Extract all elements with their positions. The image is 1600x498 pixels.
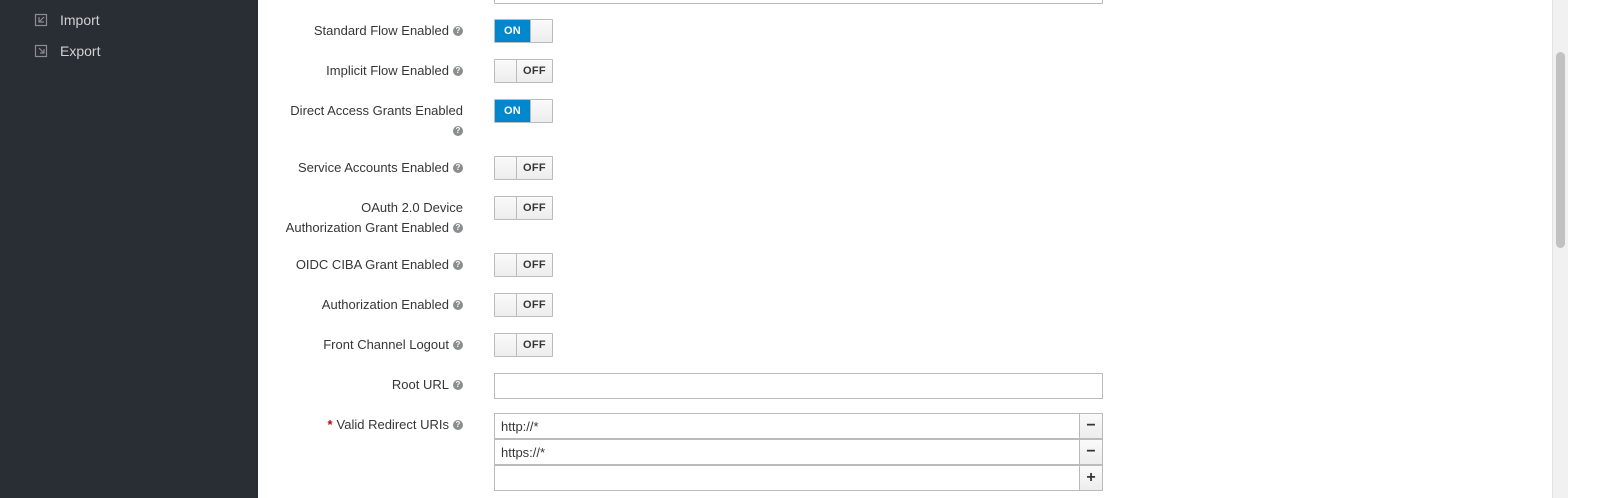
toggle-knob [530, 100, 552, 122]
redirect-uri-input[interactable] [494, 439, 1080, 465]
toggle-knob [495, 294, 517, 316]
authorization-toggle[interactable]: OFF [494, 293, 553, 317]
help-icon[interactable]: ? [453, 419, 463, 430]
help-icon[interactable]: ? [453, 379, 463, 390]
plus-icon: + [1086, 469, 1096, 486]
ciba-grant-toggle[interactable]: OFF [494, 253, 553, 277]
standard-flow-toggle[interactable]: ON [494, 19, 553, 43]
direct-access-label: Direct Access Grants Enabled? [290, 103, 463, 136]
scrollbar-thumb[interactable] [1556, 52, 1565, 248]
service-accounts-toggle[interactable]: OFF [494, 156, 553, 180]
export-icon [34, 44, 48, 58]
device-grant-toggle[interactable]: OFF [494, 196, 553, 220]
help-icon[interactable]: ? [453, 339, 463, 350]
direct-access-toggle[interactable]: ON [494, 99, 553, 123]
implicit-flow-label: Implicit Flow Enabled? [258, 61, 463, 81]
required-indicator: * [327, 417, 333, 432]
remove-uri-button[interactable]: − [1079, 439, 1103, 465]
help-icon[interactable]: ? [453, 162, 463, 173]
sidebar-item-import[interactable]: Import [34, 10, 100, 30]
standard-flow-label: Standard Flow Enabled? [258, 21, 463, 41]
front-channel-logout-toggle[interactable]: OFF [494, 333, 553, 357]
import-icon [34, 13, 48, 27]
client-settings-form: Standard Flow Enabled? ON Implicit Flow … [258, 0, 1552, 498]
help-icon[interactable]: ? [453, 65, 463, 76]
toggle-knob [495, 254, 517, 276]
redirect-uris-label: * Valid Redirect URIs? [258, 415, 463, 435]
help-icon[interactable]: ? [453, 25, 463, 36]
help-icon[interactable]: ? [453, 259, 463, 270]
remove-uri-button[interactable]: − [1079, 413, 1103, 439]
help-icon[interactable]: ? [453, 125, 463, 136]
page-margin [1568, 0, 1600, 498]
root-url-input[interactable] [494, 373, 1103, 399]
service-accounts-label: Service Accounts Enabled? [258, 158, 463, 178]
redirect-uri-input[interactable] [494, 413, 1080, 439]
toggle-knob [495, 334, 517, 356]
vertical-scrollbar[interactable] [1552, 0, 1568, 498]
previous-field-input[interactable] [494, 0, 1103, 4]
toggle-knob [495, 60, 517, 82]
toggle-knob [495, 197, 517, 219]
add-uri-button[interactable]: + [1079, 465, 1103, 491]
sidebar: Import Export [0, 0, 258, 498]
minus-icon: − [1086, 417, 1096, 434]
sidebar-item-label: Import [60, 12, 100, 28]
help-icon[interactable]: ? [453, 222, 463, 233]
front-channel-logout-label: Front Channel Logout? [258, 335, 463, 355]
help-icon[interactable]: ? [453, 299, 463, 310]
new-redirect-uri-input[interactable] [494, 465, 1080, 491]
ciba-grant-label: OIDC CIBA Grant Enabled? [258, 255, 463, 275]
root-url-label: Root URL? [258, 375, 463, 395]
sidebar-item-export[interactable]: Export [34, 41, 100, 61]
authorization-label: Authorization Enabled? [258, 295, 463, 315]
toggle-knob [495, 157, 517, 179]
implicit-flow-toggle[interactable]: OFF [494, 59, 553, 83]
minus-icon: − [1086, 443, 1096, 460]
device-grant-label: OAuth 2.0 Device Authorization Grant Enab… [285, 200, 463, 235]
toggle-knob [530, 20, 552, 42]
sidebar-item-label: Export [60, 43, 101, 59]
